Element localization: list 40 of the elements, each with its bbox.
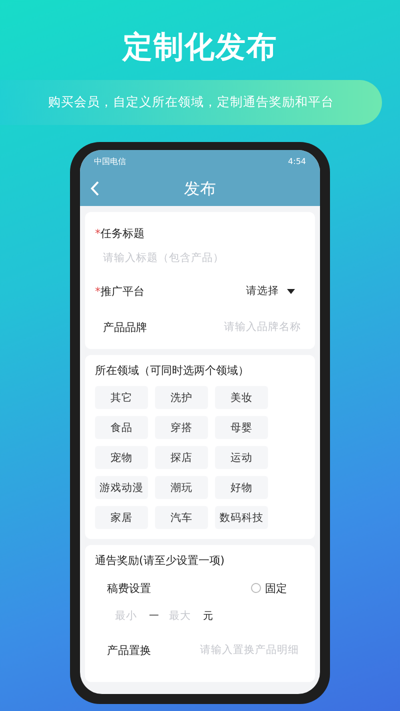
- required-mark: *: [95, 227, 100, 240]
- domain-tag[interactable]: 母婴: [215, 416, 268, 439]
- domain-tag[interactable]: 宠物: [95, 446, 148, 469]
- section-heading: 通告奖励(请至少设置一项): [95, 553, 226, 568]
- domain-tag[interactable]: 洗护: [155, 386, 208, 409]
- page-title: 发布: [184, 178, 216, 200]
- max-field[interactable]: 最大: [169, 610, 193, 622]
- title-field[interactable]: 请输入标题（包含产品）: [103, 252, 303, 264]
- fee-label: 稿费设置: [107, 580, 151, 596]
- exchange-field[interactable]: 请输入置换产品明细: [169, 644, 299, 656]
- brand-field[interactable]: 请输入品牌名称: [191, 321, 301, 333]
- carrier-name: 中国电信: [94, 156, 126, 166]
- domain-tag[interactable]: 潮玩: [155, 476, 208, 499]
- exchange-label: 产品置换: [107, 642, 151, 658]
- domain-tag[interactable]: 穿搭: [155, 416, 208, 439]
- platform-dropdown[interactable]: 请选择: [246, 284, 295, 298]
- field-label: 推广平台: [100, 284, 144, 298]
- fixed-radio[interactable]: 固定: [251, 580, 287, 596]
- range-dash: 一: [149, 610, 159, 623]
- domain-tag[interactable]: 游戏动漫: [95, 476, 148, 499]
- caret-icon: [287, 288, 295, 294]
- field-label: 任务标题: [100, 226, 144, 241]
- domain-tag[interactable]: 数码科技: [215, 506, 268, 529]
- domain-tag[interactable]: 食品: [95, 416, 148, 439]
- back-icon[interactable]: [90, 181, 99, 196]
- domain-tag[interactable]: 探店: [155, 446, 208, 469]
- section-heading: 所在领域（可同时选两个领域）: [95, 363, 250, 378]
- domain-tag[interactable]: 美妆: [215, 386, 268, 409]
- domain-tag[interactable]: 好物: [215, 476, 268, 499]
- domain-tag[interactable]: 运动: [215, 446, 268, 469]
- min-field[interactable]: 最小: [115, 610, 139, 622]
- domain-tag[interactable]: 汽车: [155, 506, 208, 529]
- headline: 定制化发布: [122, 30, 278, 66]
- clock: 4:54: [288, 156, 306, 166]
- tagline: 购买会员，自定义所在领域，定制通告奖励和平台: [48, 94, 334, 111]
- required-mark: *: [95, 284, 100, 298]
- currency-unit: 元: [203, 610, 213, 623]
- domain-tag[interactable]: 家居: [95, 506, 148, 529]
- domain-tag[interactable]: 其它: [95, 386, 148, 409]
- field-label: 产品品牌: [103, 320, 147, 334]
